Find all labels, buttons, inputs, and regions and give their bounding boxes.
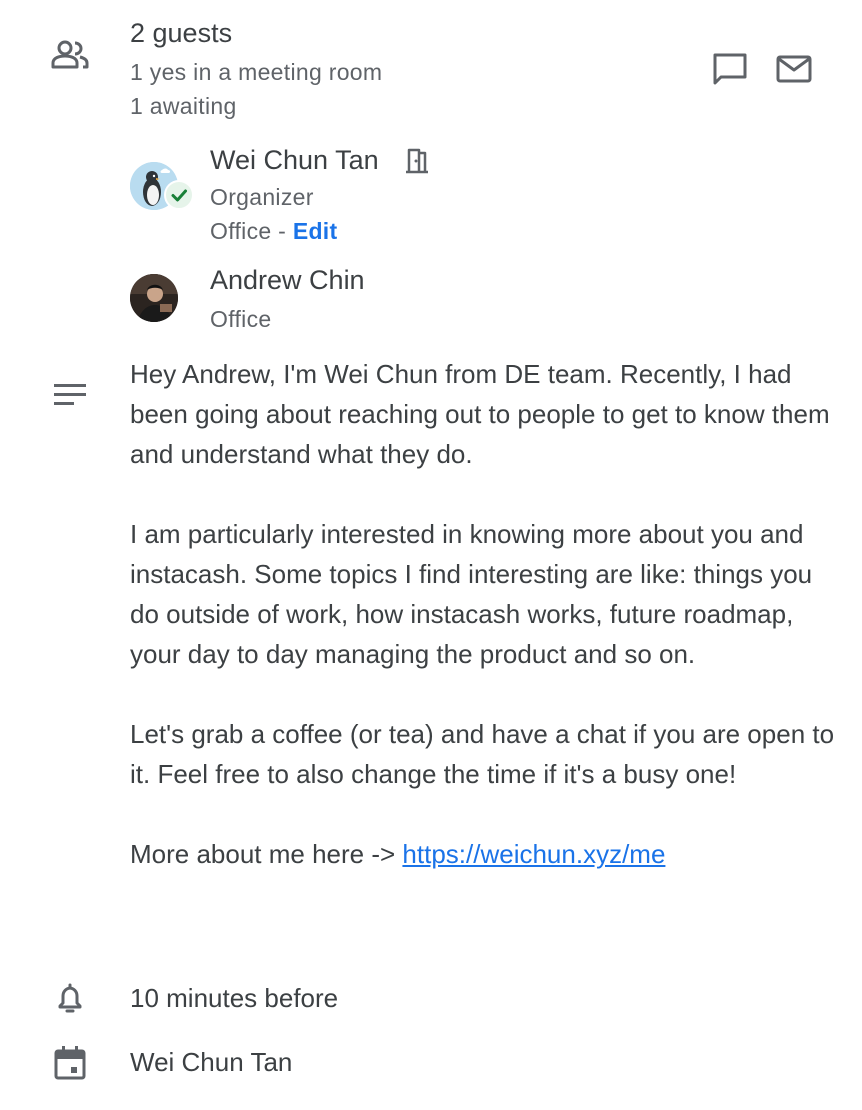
guest-name: Andrew Chin — [210, 265, 365, 295]
chat-icon[interactable] — [712, 52, 748, 86]
event-description: Hey Andrew, I'm Wei Chun from DE team. R… — [130, 354, 840, 874]
guests-summary-yes: 1 yes in a meeting room — [130, 59, 383, 85]
people-icon — [50, 40, 90, 70]
photo-avatar — [130, 274, 178, 322]
meeting-room-icon — [404, 147, 430, 175]
guests-summary-awaiting: 1 awaiting — [130, 93, 237, 119]
description-more: More about me here -> https://weichun.xy… — [130, 834, 840, 874]
profile-link[interactable]: https://weichun.xyz/me — [402, 839, 665, 869]
guest-location-row: Office - Edit — [210, 216, 337, 246]
description-paragraph: Hey Andrew, I'm Wei Chun from DE team. R… — [130, 359, 830, 469]
guest-role: Organizer — [210, 184, 314, 210]
calendar-icon — [54, 1046, 86, 1080]
reminder-text: 10 minutes before — [130, 983, 339, 1013]
notes-icon — [54, 384, 86, 406]
avatar-andrew-chin[interactable] — [130, 274, 178, 322]
calendar-owner: Wei Chun Tan — [130, 1047, 293, 1077]
description-paragraph: Let's grab a coffee (or tea) and have a … — [130, 719, 835, 789]
guest-location: Office — [210, 218, 272, 244]
guests-title: 2 guests — [130, 18, 233, 48]
guest-name: Wei Chun Tan — [210, 145, 379, 175]
bell-icon — [56, 983, 84, 1015]
more-prefix: More about me here -> — [130, 839, 403, 869]
email-icon[interactable] — [776, 55, 812, 83]
location-separator: - — [271, 218, 293, 244]
check-icon — [164, 180, 194, 210]
guest-location: Office — [210, 306, 272, 332]
edit-location-link[interactable]: Edit — [293, 218, 338, 244]
description-paragraph: I am particularly interested in knowing … — [130, 519, 813, 669]
